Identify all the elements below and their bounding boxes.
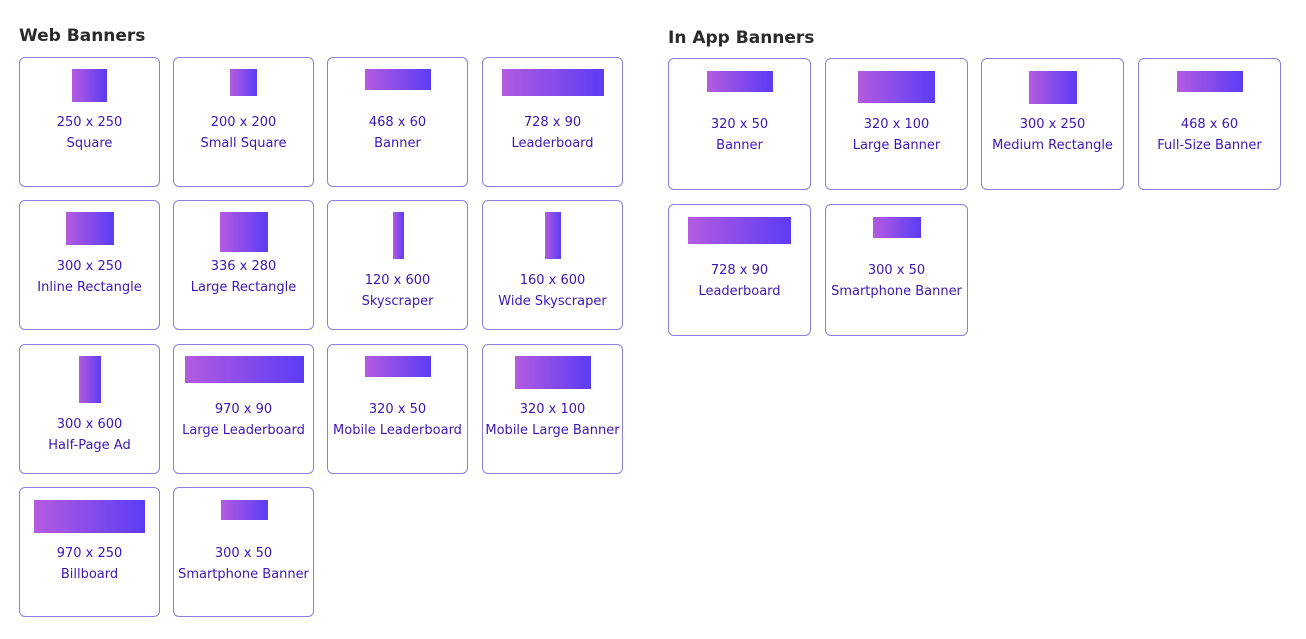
web-card-large-rectangle[interactable]: 336 x 280 Large Rectangle — [173, 200, 314, 330]
inapp-card-leaderboard[interactable]: 728 x 90 Leaderboard — [668, 204, 811, 336]
web-card-wide-skyscraper[interactable]: 160 x 600 Wide Skyscraper — [482, 200, 623, 330]
banner-preview — [66, 212, 114, 245]
in-app-banners-title: In App Banners — [668, 28, 815, 48]
banner-dims: 468 x 60 — [1180, 117, 1239, 132]
web-card-mobile-leaderboard[interactable]: 320 x 50 Mobile Leaderboard — [327, 344, 468, 474]
banner-preview — [79, 356, 101, 403]
banner-label: Skyscraper — [361, 294, 434, 309]
banner-preview — [502, 69, 604, 96]
banner-preview — [858, 71, 935, 103]
banner-preview — [221, 500, 268, 520]
banner-label: Large Leaderboard — [182, 423, 305, 438]
banner-label: Leaderboard — [698, 284, 781, 299]
banner-label: Billboard — [60, 567, 119, 582]
banner-dims: 468 x 60 — [368, 115, 427, 130]
banner-dims: 300 x 50 — [214, 546, 273, 561]
banner-label: Medium Rectangle — [992, 138, 1113, 153]
banner-dims: 970 x 90 — [214, 402, 273, 417]
web-card-banner[interactable]: 468 x 60 Banner — [327, 57, 468, 187]
banner-preview — [1177, 71, 1243, 92]
inapp-card-full-size-banner[interactable]: 468 x 60 Full-Size Banner — [1138, 58, 1281, 190]
banner-label: Small Square — [200, 136, 287, 151]
web-banners-title: Web Banners — [19, 26, 146, 46]
banner-label: Square — [66, 136, 113, 151]
banner-label: Mobile Large Banner — [485, 423, 620, 438]
banner-preview — [515, 356, 591, 389]
banner-preview — [1029, 71, 1077, 104]
banner-preview — [688, 217, 791, 244]
banner-dims: 300 x 600 — [56, 417, 123, 432]
banner-dims: 728 x 90 — [523, 115, 582, 130]
web-card-inline-rectangle[interactable]: 300 x 250 Inline Rectangle — [19, 200, 160, 330]
banner-label: Wide Skyscraper — [498, 294, 607, 309]
banner-preview — [220, 212, 268, 252]
web-card-smartphone-banner[interactable]: 300 x 50 Smartphone Banner — [173, 487, 314, 617]
banner-preview — [34, 500, 145, 533]
banner-preview — [873, 217, 921, 238]
banner-label: Banner — [716, 138, 763, 153]
banner-dims: 200 x 200 — [210, 115, 277, 130]
web-card-half-page-ad[interactable]: 300 x 600 Half-Page Ad — [19, 344, 160, 474]
web-card-square[interactable]: 250 x 250 Square — [19, 57, 160, 187]
banner-preview — [545, 212, 561, 259]
banner-dims: 160 x 600 — [519, 273, 586, 288]
banner-dims: 120 x 600 — [364, 273, 431, 288]
web-card-leaderboard[interactable]: 728 x 90 Leaderboard — [482, 57, 623, 187]
banner-dims: 320 x 100 — [519, 402, 586, 417]
banner-dims: 336 x 280 — [210, 259, 277, 274]
banner-dims: 970 x 250 — [56, 546, 123, 561]
banner-preview — [365, 356, 431, 377]
banner-dims: 300 x 250 — [56, 259, 123, 274]
banner-dims: 728 x 90 — [710, 263, 769, 278]
banner-label: Half-Page Ad — [48, 438, 131, 453]
banner-preview — [365, 69, 431, 90]
inapp-card-large-banner[interactable]: 320 x 100 Large Banner — [825, 58, 968, 190]
banner-dims: 320 x 50 — [710, 117, 769, 132]
banner-dims: 320 x 100 — [863, 117, 930, 132]
banner-label: Smartphone Banner — [178, 567, 309, 582]
banner-dims: 300 x 50 — [867, 263, 926, 278]
banner-dims: 300 x 250 — [1019, 117, 1086, 132]
banner-preview — [393, 212, 404, 259]
banner-label: Large Rectangle — [190, 280, 297, 295]
inapp-card-medium-rectangle[interactable]: 300 x 250 Medium Rectangle — [981, 58, 1124, 190]
web-card-large-leaderboard[interactable]: 970 x 90 Large Leaderboard — [173, 344, 314, 474]
banner-dims: 320 x 50 — [368, 402, 427, 417]
web-card-skyscraper[interactable]: 120 x 600 Skyscraper — [327, 200, 468, 330]
web-card-billboard[interactable]: 970 x 250 Billboard — [19, 487, 160, 617]
inapp-card-banner[interactable]: 320 x 50 Banner — [668, 58, 811, 190]
banner-label: Leaderboard — [511, 136, 594, 151]
banner-preview — [707, 71, 773, 92]
banner-label: Banner — [374, 136, 421, 151]
banner-label: Mobile Leaderboard — [333, 423, 462, 438]
banner-label: Large Banner — [852, 138, 941, 153]
web-card-mobile-large-banner[interactable]: 320 x 100 Mobile Large Banner — [482, 344, 623, 474]
banner-preview — [185, 356, 304, 383]
banner-dims: 250 x 250 — [56, 115, 123, 130]
banner-preview — [72, 69, 107, 102]
banner-preview — [230, 69, 257, 96]
web-card-small-square[interactable]: 200 x 200 Small Square — [173, 57, 314, 187]
inapp-card-smartphone-banner[interactable]: 300 x 50 Smartphone Banner — [825, 204, 968, 336]
banner-label: Inline Rectangle — [37, 280, 142, 295]
banner-label: Full-Size Banner — [1157, 138, 1262, 153]
banner-label: Smartphone Banner — [831, 284, 962, 299]
